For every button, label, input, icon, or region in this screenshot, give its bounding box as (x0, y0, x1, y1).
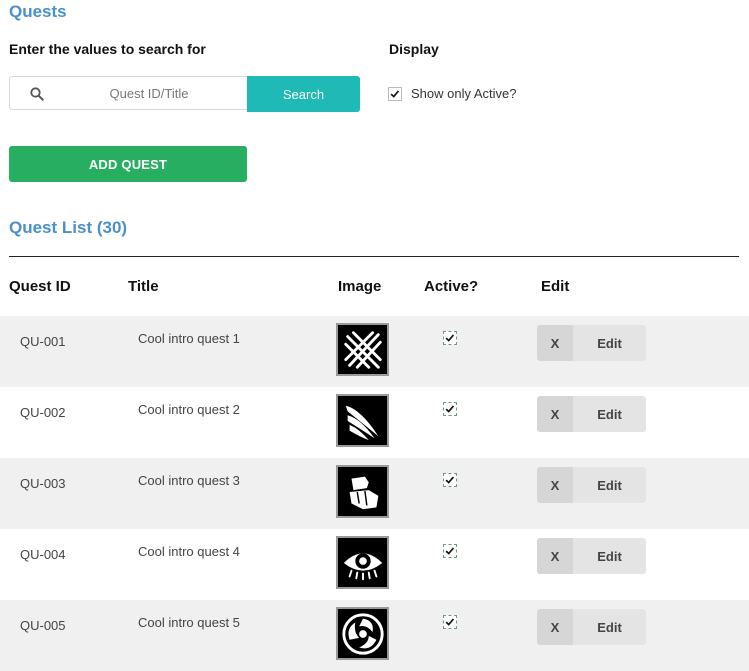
quest-image (336, 607, 389, 660)
table-header: Quest ID Title Image Active? Edit (0, 278, 749, 300)
checkmark-icon (445, 618, 455, 626)
show-only-active-toggle[interactable]: Show only Active? (388, 86, 517, 101)
edit-button[interactable]: Edit (573, 467, 646, 503)
table-row: QU-001 Cool intro quest 1 X Edit (0, 316, 749, 387)
quest-title-cell: Cool intro quest 4 (138, 544, 240, 559)
quest-active-cell[interactable] (443, 544, 457, 563)
quest-active-cell[interactable] (443, 331, 457, 350)
checkmark-icon (445, 334, 455, 342)
row-actions: X Edit (537, 538, 646, 574)
eye-icon (343, 552, 382, 580)
quest-active-checkbox[interactable] (443, 615, 457, 629)
column-header-quest-id: Quest ID (9, 278, 71, 295)
show-only-active-checkbox[interactable] (388, 86, 402, 101)
row-actions: X Edit (537, 396, 646, 432)
delete-button[interactable]: X (537, 609, 573, 645)
quest-active-checkbox[interactable] (443, 544, 457, 558)
quest-id-cell: QU-005 (20, 618, 66, 633)
quest-active-cell[interactable] (443, 615, 457, 634)
column-header-image: Image (338, 278, 382, 295)
quest-image (336, 323, 389, 376)
quest-title-cell: Cool intro quest 3 (138, 473, 240, 488)
quest-active-checkbox[interactable] (443, 473, 457, 487)
quest-id-cell: QU-003 (20, 476, 66, 491)
row-actions: X Edit (537, 609, 646, 645)
delete-button[interactable]: X (537, 538, 573, 574)
row-actions: X Edit (537, 467, 646, 503)
column-header-active: Active? (424, 278, 479, 295)
page-title: Quests (9, 2, 67, 21)
search-button[interactable]: Search (247, 76, 360, 112)
fist-icon (349, 476, 378, 509)
quest-list-heading: Quest List (30) (9, 218, 128, 237)
column-header-edit: Edit (541, 278, 570, 295)
edit-button[interactable]: Edit (573, 538, 646, 574)
add-quest-button[interactable]: ADD QUEST (9, 146, 247, 182)
checkmark-icon (390, 89, 400, 98)
edit-button[interactable]: Edit (573, 609, 646, 645)
quest-image (336, 465, 389, 518)
search-box (9, 76, 247, 110)
quest-image (336, 394, 389, 447)
search-input[interactable] (54, 77, 244, 109)
edit-button[interactable]: Edit (573, 325, 646, 361)
claw-slash-icon (343, 330, 382, 369)
quest-id-cell: QU-001 (20, 334, 66, 349)
checkmark-icon (445, 476, 455, 484)
quest-active-cell[interactable] (443, 402, 457, 421)
show-only-active-label: Show only Active? (411, 86, 517, 101)
table-row: QU-002 Cool intro quest 2 X Edit (0, 387, 749, 458)
edit-button[interactable]: Edit (573, 396, 646, 432)
delete-button[interactable]: X (537, 325, 573, 361)
checkmark-icon (445, 405, 455, 413)
quest-title-cell: Cool intro quest 2 (138, 402, 240, 417)
checkmark-icon (445, 547, 455, 555)
table-row: QU-003 Cool intro quest 3 X Edit (0, 458, 749, 529)
table-row: QU-005 Cool intro quest 5 X Edit (0, 600, 749, 671)
quest-title-cell: Cool intro quest 1 (138, 331, 240, 346)
quest-id-cell: QU-002 (20, 405, 66, 420)
quest-active-checkbox[interactable] (443, 331, 457, 345)
quest-active-checkbox[interactable] (443, 402, 457, 416)
quest-image (336, 536, 389, 589)
quest-active-cell[interactable] (443, 473, 457, 492)
divider (9, 256, 739, 257)
delete-button[interactable]: X (537, 467, 573, 503)
column-header-title: Title (128, 278, 159, 295)
quest-id-cell: QU-004 (20, 547, 66, 562)
feather-slash-icon (345, 405, 378, 440)
search-icon (30, 87, 44, 101)
table-row: QU-004 Cool intro quest 4 X Edit (0, 529, 749, 600)
search-label: Enter the values to search for (9, 41, 206, 57)
delete-button[interactable]: X (537, 396, 573, 432)
display-label: Display (389, 41, 439, 57)
quest-title-cell: Cool intro quest 5 (138, 615, 240, 630)
triskele-icon (341, 612, 384, 655)
row-actions: X Edit (537, 325, 646, 361)
